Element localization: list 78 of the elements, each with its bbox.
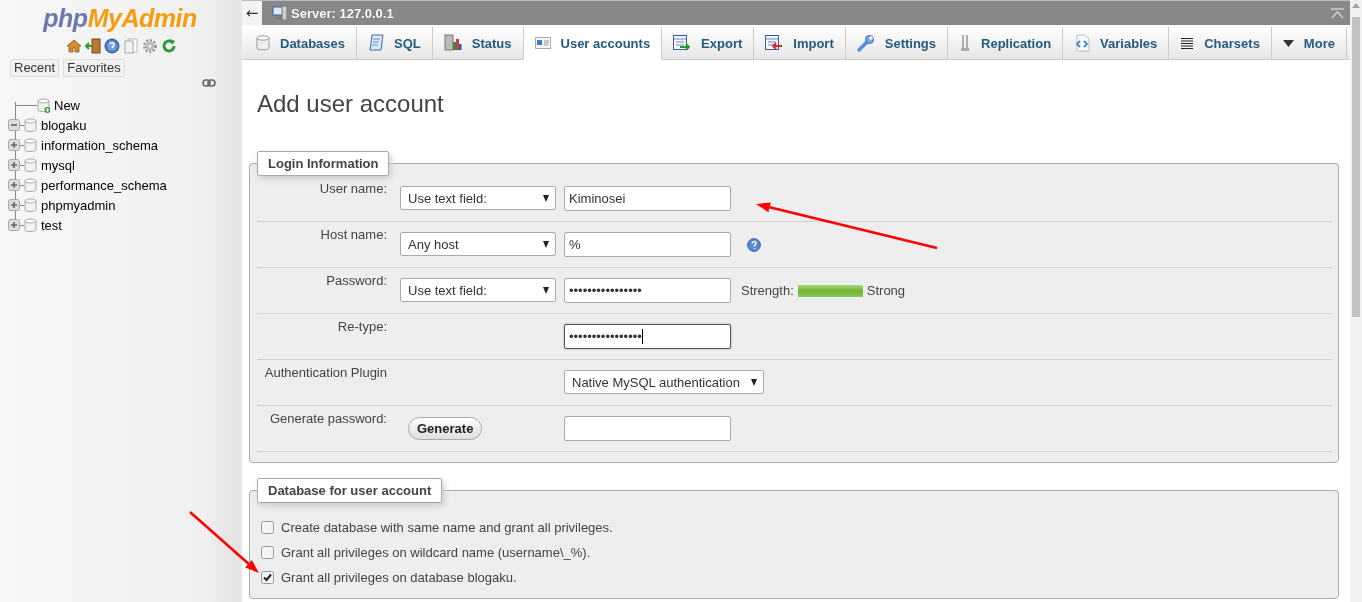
checkbox-label: Grant all privileges on wildcard name (username\_%). [281,545,591,560]
dropdown[interactable]: Use text field: [400,186,556,210]
input-field[interactable]: % [564,232,731,257]
strength-meter [797,284,863,297]
checkbox-label: Create database with same name and grant all privileges. [281,520,613,535]
help-icon[interactable] [103,38,120,54]
logo[interactable]: phpMyAdmin [43,4,197,33]
tree-item[interactable]: New [54,97,80,113]
id-card-icon [534,37,551,49]
wrench-icon [856,34,875,52]
collapse-icon[interactable] [8,119,20,131]
caret-icon [1282,39,1294,47]
settings-icon[interactable] [141,38,158,54]
expand-icon[interactable] [8,219,20,231]
home-icon[interactable] [65,38,82,54]
database-icon [24,217,37,233]
input-field[interactable]: •••••••••••••••• [564,278,731,303]
expand-icon[interactable] [8,199,20,211]
database-icon [24,157,37,173]
back-button[interactable]: ← [242,1,262,25]
input-field[interactable]: •••••••••••••••• [564,324,731,349]
tree-item[interactable]: test [41,217,62,233]
caret-icon [543,240,549,248]
lines-icon [1180,36,1195,50]
database-icon [24,197,37,213]
field-label: Password: [325,273,387,288]
expand-icon[interactable] [8,159,20,171]
dropdown[interactable]: Any host [400,232,556,256]
bar-chart-icon [443,34,462,52]
expand-icon[interactable] [8,139,20,151]
nav-tab[interactable]: User accounts [523,27,663,60]
table-import-icon [765,35,784,51]
scroll-icon [368,34,385,52]
tree-item[interactable]: performance_schema [41,177,167,193]
link-icon[interactable] [202,79,216,87]
tree-item[interactable]: phpmyadmin [41,197,116,213]
input-field[interactable] [564,416,731,441]
dropdown[interactable]: Native MySQL authentication [564,370,764,394]
caret-icon [543,194,549,202]
sidebar-tab-button[interactable]: Favorites [63,59,125,77]
expand-icon[interactable] [8,179,20,191]
tree-item[interactable]: information_schema [41,137,159,153]
field-label: Generate password: [268,411,387,426]
breadcrumb-link[interactable]: Server: 127.0.0.1 [291,5,394,21]
server-icon [272,5,288,21]
reload-icon[interactable] [160,38,177,54]
help-icon[interactable] [747,238,761,252]
dropdown[interactable]: Use text field: [400,278,556,302]
database-icon [256,35,270,51]
arrow-drawing [189,511,259,573]
checkbox[interactable] [261,546,274,559]
strength-label: Strength: [741,283,794,298]
new-database-icon [37,97,50,113]
checkbox[interactable] [261,521,274,534]
caret-icon [543,286,549,294]
generate-button[interactable]: Generate [408,417,483,440]
field-label: Re-type: [336,319,387,334]
strength-reading: Strong [866,283,906,298]
database-icon [24,177,37,193]
database-icon [24,117,37,133]
checkbox[interactable] [261,571,274,584]
input-field[interactable]: Kiminosei [564,186,731,211]
field-label: Authentication Plugin [263,365,387,380]
page-title: Add user account [257,90,445,118]
section-title: Database for user account [257,478,443,503]
table-export-icon [673,35,692,51]
slider-icon [959,34,972,52]
tree-item[interactable]: blogaku [41,117,87,133]
caret-icon [751,378,757,386]
field-label: Host name: [319,227,387,242]
database-icon [24,137,37,153]
tree-item[interactable]: mysql [41,157,75,173]
checkbox-label: Grant all privileges on database blogaku. [281,570,517,585]
code-icon [1074,34,1091,52]
sidebar-tab-button[interactable]: Recent [10,59,60,77]
field-label: User name: [318,181,387,196]
exit-icon[interactable] [84,38,101,54]
section-title: Login Information [257,151,390,176]
